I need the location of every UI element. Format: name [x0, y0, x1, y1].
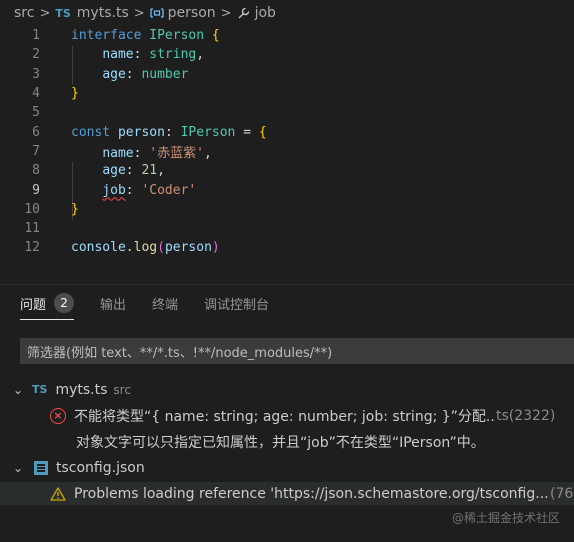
typescript-file-icon: TS	[55, 6, 71, 20]
code-line: 5	[0, 103, 574, 122]
chevron-right-icon: >	[39, 5, 51, 21]
problem-file-dir: src	[113, 382, 131, 397]
chevron-right-icon: >	[133, 5, 145, 21]
code-line: 12 console.log(person)	[0, 238, 574, 257]
typescript-file-icon: TS	[32, 383, 48, 396]
line-number: 12	[24, 240, 40, 256]
problems-filter-input[interactable]: 筛选器(例如 text、**/*.ts、!**/node_modules/**)	[20, 338, 574, 364]
problem-file-group[interactable]: ⌄ tsconfig.json	[0, 456, 574, 479]
variable-icon	[150, 8, 164, 18]
code-line: 4 }	[0, 84, 574, 103]
breadcrumb-file[interactable]: myts.ts	[77, 5, 129, 21]
problem-item-error-detail: 对象文字可以只指定已知属性，并且“job”不在类型“IPerson”中。	[0, 430, 574, 453]
problem-file-name: myts.ts	[55, 381, 108, 398]
code-line: 11	[0, 219, 574, 238]
problem-item-warning[interactable]: Problems loading reference 'https://json…	[0, 482, 574, 505]
line-number: 9	[32, 182, 40, 198]
line-number: 8	[32, 163, 40, 179]
line-number: 1	[32, 28, 40, 44]
code-line: 2 name: string,	[0, 45, 574, 64]
code-line: 3 age: number	[0, 65, 574, 84]
panel-divider	[0, 284, 574, 285]
problem-file-name: tsconfig.json	[56, 459, 145, 476]
code-line: 8 age: 21,	[0, 161, 574, 180]
code-line: 9 job: 'Coder'	[0, 180, 574, 199]
chevron-right-icon: >	[220, 5, 232, 21]
problems-count-badge: 2	[54, 293, 75, 313]
tab-problems-label: 问题	[20, 297, 47, 313]
tab-debug-console-label: 调试控制台	[204, 297, 270, 313]
tab-debug-console[interactable]: 调试控制台	[204, 288, 269, 318]
problem-file-group[interactable]: ⌄ TS myts.ts src	[0, 378, 574, 401]
breadcrumb-folder[interactable]: src	[14, 5, 34, 21]
warning-icon	[50, 486, 66, 501]
warning-source: (76	[550, 485, 574, 502]
tab-terminal-label: 终端	[152, 297, 179, 313]
line-number: 6	[32, 124, 40, 140]
error-source: ts(2322)	[496, 407, 556, 424]
wrench-icon	[238, 7, 249, 19]
tab-output[interactable]: 输出	[100, 288, 126, 318]
problem-item-error[interactable]: × 不能将类型“{ name: string; age: number; job…	[0, 404, 574, 427]
line-number: 5	[32, 105, 40, 121]
line-number: 10	[24, 201, 40, 217]
tab-terminal[interactable]: 终端	[152, 288, 178, 318]
code-line: 1 interface IPerson {	[0, 26, 574, 45]
breadcrumb-symbol[interactable]: person	[168, 5, 216, 21]
tab-problems[interactable]: 问题 2	[20, 288, 75, 320]
json-file-icon	[34, 460, 48, 475]
code-line: 6 const person: IPerson = {	[0, 123, 574, 142]
tab-output-label: 输出	[100, 297, 127, 313]
line-number: 11	[24, 221, 40, 237]
chevron-down-icon[interactable]: ⌄	[10, 461, 26, 475]
code-editor[interactable]: 1 interface IPerson { 2 name: string, 3 …	[0, 26, 574, 284]
breadcrumb-property[interactable]: job	[255, 5, 276, 21]
error-message: 不能将类型“{ name: string; age: number; job: …	[74, 408, 496, 425]
line-number: 4	[32, 86, 40, 102]
chevron-down-icon[interactable]: ⌄	[10, 383, 26, 397]
warning-message: Problems loading reference 'https://json…	[74, 485, 549, 502]
error-message-detail: 对象文字可以只指定已知属性，并且“job”不在类型“IPerson”中。	[76, 434, 485, 451]
code-line: 7 name: '赤蓝紫',	[0, 142, 574, 161]
breadcrumb: src > TS myts.ts > person > job	[0, 0, 574, 26]
code-line: 10 }	[0, 200, 574, 219]
line-number: 2	[32, 47, 40, 63]
line-number: 3	[32, 66, 40, 82]
line-number: 7	[32, 143, 40, 159]
panel-tabs: 问题 2 输出 终端 调试控制台	[0, 288, 574, 320]
watermark: @稀土掘金技术社区	[451, 511, 560, 525]
error-icon: ×	[50, 407, 66, 424]
